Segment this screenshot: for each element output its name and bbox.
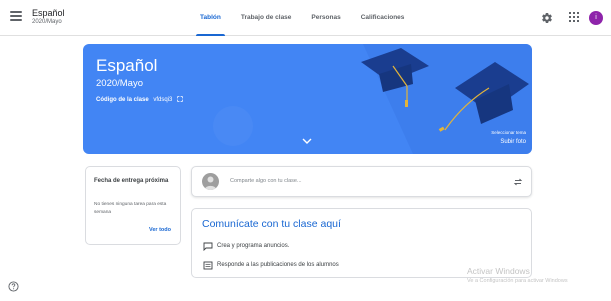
communicate-item-label: Crea y programa anuncios. xyxy=(217,243,290,249)
course-section: 2020/Mayo xyxy=(32,19,62,25)
tab-bar: Tablón Trabajo de clase Personas Calific… xyxy=(190,0,414,36)
gear-icon[interactable] xyxy=(541,12,553,24)
share-placeholder: Comparte algo con tu clase... xyxy=(230,178,302,184)
fullscreen-icon[interactable] xyxy=(177,96,183,102)
communicate-title: Comunícate con tu clase aquí xyxy=(202,218,341,230)
upcoming-title: Fecha de entrega próxima xyxy=(94,178,169,184)
class-code-value[interactable]: vfdsqi3 xyxy=(153,97,172,103)
communicate-item-label: Responde a las publicaciones de los alum… xyxy=(217,262,339,268)
announcement-icon xyxy=(203,242,213,251)
activate-windows-watermark: Activar Windows xyxy=(467,266,530,276)
see-all-link[interactable]: Ver todo xyxy=(149,227,171,233)
tab-classwork[interactable]: Trabajo de clase xyxy=(231,0,302,36)
upcoming-card: Fecha de entrega próxima No tienes ningu… xyxy=(85,166,181,245)
reply-icon xyxy=(203,261,213,270)
user-avatar[interactable]: i xyxy=(589,11,603,25)
user-avatar-small xyxy=(202,173,219,190)
banner-class-title: Español xyxy=(96,56,158,75)
apps-grid-icon[interactable] xyxy=(569,12,579,22)
main-menu-icon[interactable] xyxy=(10,11,22,21)
class-code-label: Código de la clase xyxy=(96,97,149,103)
top-app-bar: Español 2020/Mayo Tablón Trabajo de clas… xyxy=(0,0,611,36)
communicate-item-announcements[interactable]: Crea y programa anuncios. xyxy=(203,241,289,251)
class-code: Código de la clase vfdsqi3 xyxy=(96,96,183,103)
banner-class-section: 2020/Mayo xyxy=(96,78,144,89)
upload-photo-link[interactable]: Subir foto xyxy=(500,139,526,145)
repost-icon[interactable] xyxy=(513,177,523,187)
communicate-item-replies[interactable]: Responde a las publicaciones de los alum… xyxy=(203,260,339,270)
chevron-down-icon[interactable] xyxy=(302,137,312,145)
help-icon[interactable] xyxy=(8,281,19,292)
tab-stream[interactable]: Tablón xyxy=(190,0,231,36)
course-title-block[interactable]: Español 2020/Mayo xyxy=(32,8,65,26)
activate-windows-hint: Ve a Configuración para activar Windows xyxy=(467,278,568,284)
upcoming-empty-text: No tienes ninguna tarea para esta semana xyxy=(94,202,167,215)
course-name: Español xyxy=(32,8,65,18)
class-banner: Español 2020/Mayo Código de la clase vfd… xyxy=(83,44,532,154)
tab-grades[interactable]: Calificaciones xyxy=(351,0,415,36)
select-theme-link[interactable]: Seleccionar tema xyxy=(491,130,526,135)
share-with-class-box[interactable]: Comparte algo con tu clase... xyxy=(191,166,532,197)
tab-people[interactable]: Personas xyxy=(301,0,350,36)
